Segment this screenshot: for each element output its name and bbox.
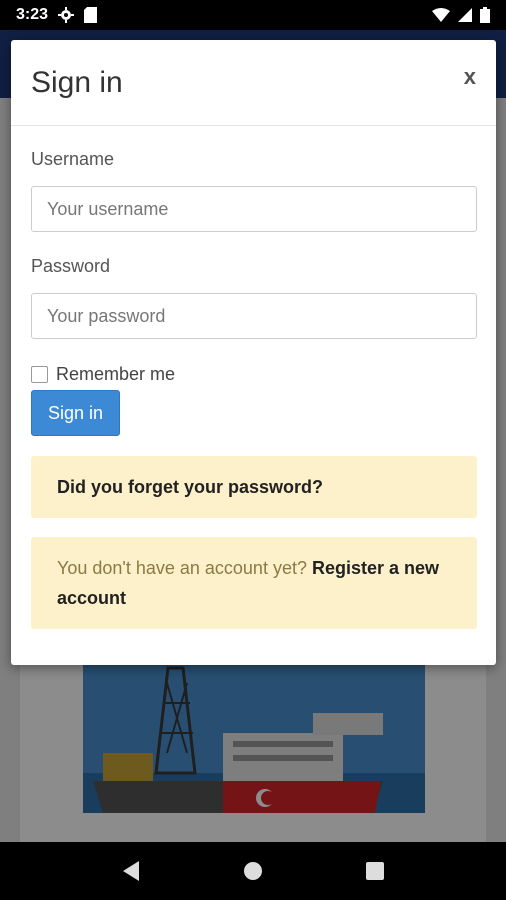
wifi-icon bbox=[432, 8, 450, 22]
modal-header: Sign in x bbox=[11, 40, 496, 126]
remember-me-row: Remember me bbox=[31, 363, 476, 385]
modal-body: Username Password Remember me Sign in Di… bbox=[11, 149, 496, 629]
gear-icon bbox=[58, 7, 75, 23]
password-label: Password bbox=[31, 256, 111, 276]
password-input[interactable] bbox=[31, 293, 477, 339]
battery-icon bbox=[480, 7, 490, 23]
close-button[interactable]: x bbox=[464, 64, 476, 90]
remember-me-checkbox[interactable] bbox=[31, 365, 48, 383]
status-time: 3:23 bbox=[16, 6, 49, 23]
sd-card-icon bbox=[84, 7, 98, 23]
username-input[interactable] bbox=[31, 186, 477, 232]
forgot-password-notice: Did you forget your password? bbox=[31, 456, 477, 518]
register-prompt: You don't have an account yet? bbox=[57, 558, 312, 578]
signal-icon bbox=[458, 8, 472, 22]
back-icon[interactable] bbox=[111, 851, 151, 891]
home-icon[interactable] bbox=[233, 851, 273, 891]
register-notice: You don't have an account yet? Register … bbox=[31, 537, 477, 629]
system-nav-bar bbox=[0, 842, 506, 900]
sign-in-modal: Sign in x Username Password Remember me … bbox=[11, 40, 496, 665]
modal-title: Sign in bbox=[31, 66, 123, 99]
remember-me-label[interactable]: Remember me bbox=[56, 364, 175, 385]
recents-icon[interactable] bbox=[355, 851, 395, 891]
sign-in-button[interactable]: Sign in bbox=[31, 390, 121, 436]
forgot-password-link[interactable]: Did you forget your password? bbox=[57, 477, 323, 498]
username-label: Username bbox=[31, 149, 115, 169]
status-bar: 3:23 bbox=[0, 0, 506, 30]
